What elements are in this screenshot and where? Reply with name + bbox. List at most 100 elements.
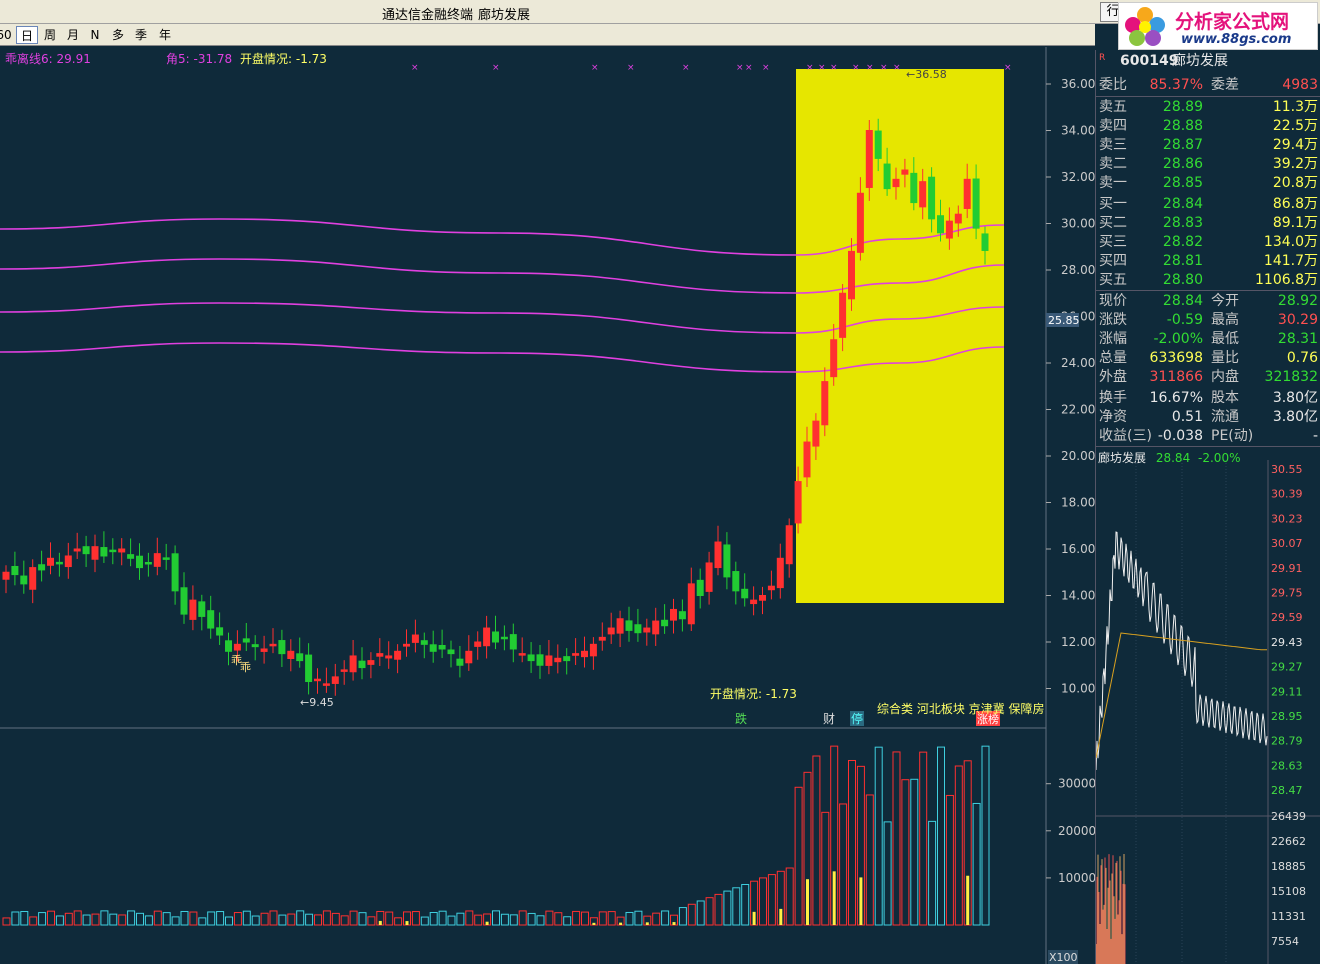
volume-bar bbox=[349, 910, 358, 926]
candle-body bbox=[260, 648, 268, 652]
ask-row[interactable]: 卖三 28.87 29.4万 bbox=[1096, 136, 1320, 155]
candle-body bbox=[447, 649, 455, 655]
bid-row[interactable]: 买五 28.80 1106.8万 bbox=[1096, 271, 1320, 290]
period-day[interactable]: 日 bbox=[16, 26, 38, 44]
signal-marker: × bbox=[411, 63, 419, 73]
volume-bar bbox=[216, 911, 225, 926]
volume-bar bbox=[563, 916, 572, 926]
ask-row[interactable]: 卖一 28.85 20.8万 bbox=[1096, 174, 1320, 193]
candle-body bbox=[64, 555, 72, 568]
volume-bar bbox=[607, 911, 616, 926]
candle-body bbox=[661, 619, 669, 627]
kline-svg[interactable]: 36.0034.0032.0030.0028.0026.0024.0022.00… bbox=[0, 47, 1095, 964]
ask-row[interactable]: 卖五 28.89 11.3万 bbox=[1096, 98, 1320, 117]
period-multi[interactable]: 多 bbox=[108, 26, 128, 44]
period-year[interactable]: 年 bbox=[155, 26, 175, 44]
candle-body bbox=[581, 650, 588, 658]
candle-body bbox=[118, 548, 126, 553]
price-tick-label: 18.00 bbox=[1061, 496, 1095, 510]
candle-body bbox=[839, 292, 847, 338]
candle-body bbox=[954, 213, 962, 224]
candle-body bbox=[696, 579, 704, 596]
kline-chart[interactable]: 36.0034.0032.0030.0028.0026.0024.0022.00… bbox=[0, 47, 1095, 964]
candle-body bbox=[687, 583, 695, 625]
volume-bar bbox=[883, 821, 892, 926]
candle-body bbox=[144, 561, 152, 565]
signal-marker: × bbox=[806, 63, 814, 73]
candle-body bbox=[928, 176, 936, 220]
ask-row[interactable]: 卖四 28.88 22.5万 bbox=[1096, 117, 1320, 136]
candle-body bbox=[670, 608, 677, 621]
candle-body bbox=[919, 181, 927, 208]
candle-body bbox=[171, 553, 179, 592]
price-tick-label: 32.00 bbox=[1061, 170, 1095, 184]
signal-marker: × bbox=[866, 63, 874, 73]
volume-bar bbox=[340, 915, 349, 926]
candle-body bbox=[598, 636, 606, 641]
candle-body bbox=[714, 541, 722, 569]
candle-body bbox=[625, 620, 633, 631]
logo-brand: 分析家公式网 bbox=[1175, 11, 1290, 33]
candle-body bbox=[794, 481, 802, 524]
candle-body bbox=[848, 250, 855, 300]
candle-body bbox=[322, 683, 330, 686]
mini-vol-label: 22662 bbox=[1271, 835, 1306, 848]
weicha-value: 4983 bbox=[1282, 77, 1318, 93]
volume-bar bbox=[420, 916, 429, 926]
bid-row[interactable]: 买四 28.81 141.7万 bbox=[1096, 252, 1320, 271]
mini-price-label: 30.39 bbox=[1271, 488, 1303, 501]
period-month[interactable]: 月 bbox=[63, 26, 83, 44]
volume-bar bbox=[385, 911, 394, 926]
volume-bar bbox=[500, 913, 509, 926]
period-60min[interactable]: 60 bbox=[0, 26, 12, 44]
candle-body bbox=[607, 627, 615, 635]
candle-body bbox=[376, 653, 384, 657]
volume-bar bbox=[411, 911, 420, 926]
period-n[interactable]: N bbox=[86, 26, 104, 44]
volume-bar bbox=[892, 751, 901, 926]
bid-row[interactable]: 买三 28.82 134.0万 bbox=[1096, 233, 1320, 252]
volume-bar bbox=[278, 914, 287, 926]
intraday-chart[interactable]: 30.55 30.39 30.23 30.07 29.91 29.75 29.59 29.43… bbox=[1096, 448, 1320, 964]
volume-bar bbox=[785, 867, 794, 926]
volume-bar bbox=[910, 778, 919, 926]
mini-price-label: 29.91 bbox=[1271, 562, 1303, 575]
candle-body bbox=[883, 163, 891, 190]
logo-url: www.88gs.com bbox=[1181, 32, 1292, 47]
candle-body bbox=[162, 557, 170, 560]
volume-bar bbox=[732, 887, 741, 926]
period-week[interactable]: 周 bbox=[40, 26, 60, 44]
price-tick-label: 10.00 bbox=[1061, 682, 1095, 696]
volume-bar bbox=[260, 912, 269, 926]
volume-bar bbox=[136, 912, 144, 926]
ask-row[interactable]: 卖二 28.86 39.2万 bbox=[1096, 155, 1320, 174]
candle-body bbox=[216, 627, 224, 636]
candle-body bbox=[38, 564, 46, 571]
bid-row[interactable]: 买一 28.84 86.8万 bbox=[1096, 195, 1320, 214]
bid-row[interactable]: 买二 28.83 89.1万 bbox=[1096, 214, 1320, 233]
candle-body bbox=[856, 192, 864, 253]
volume-bar bbox=[242, 910, 251, 926]
candle-body bbox=[109, 549, 117, 553]
candle-body bbox=[910, 172, 918, 204]
volume-sub-bar bbox=[779, 908, 783, 925]
candle-body bbox=[385, 655, 393, 659]
volume-tick-label: 20000 bbox=[1058, 824, 1095, 838]
volume-bar bbox=[723, 890, 732, 926]
volume-bar bbox=[296, 910, 305, 926]
price-tick-label: 14.00 bbox=[1061, 589, 1095, 603]
candle-body bbox=[11, 565, 19, 576]
volume-tick-label: 10000 bbox=[1058, 871, 1095, 885]
open-note: 开盘情况: -1.73 bbox=[710, 686, 797, 701]
candle-body bbox=[136, 555, 143, 569]
volume-bar bbox=[91, 913, 100, 926]
candle-body bbox=[207, 610, 215, 629]
candle-body bbox=[189, 599, 197, 620]
mini-price-label: 29.11 bbox=[1271, 685, 1303, 698]
volume-sub-bar bbox=[966, 875, 970, 925]
period-season[interactable]: 季 bbox=[131, 26, 151, 44]
candle-body bbox=[411, 634, 419, 643]
candle-body bbox=[73, 548, 81, 552]
volume-bar bbox=[652, 912, 661, 926]
mini-vol-label: 7554 bbox=[1271, 935, 1299, 948]
